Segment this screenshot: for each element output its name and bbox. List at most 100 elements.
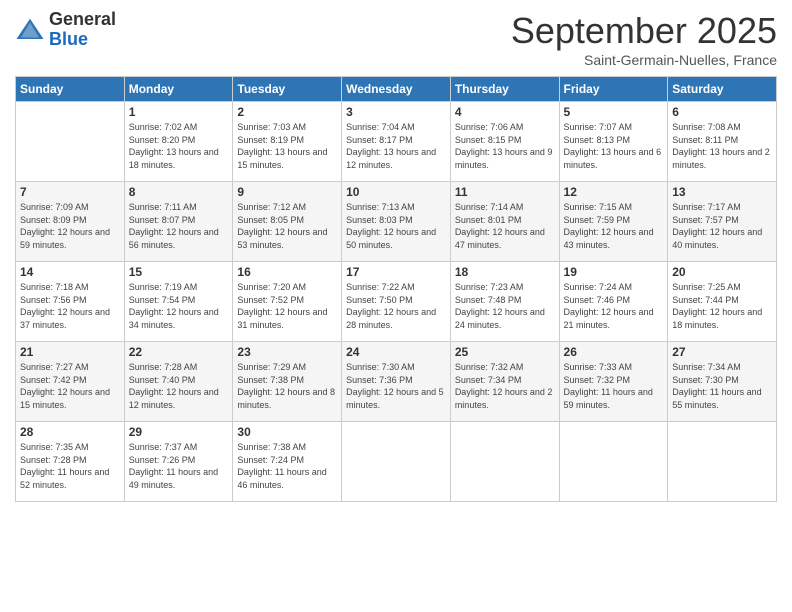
day-number: 9 xyxy=(237,185,337,199)
calendar-cell: 22Sunrise: 7:28 AMSunset: 7:40 PMDayligh… xyxy=(124,342,233,422)
calendar-cell: 13Sunrise: 7:17 AMSunset: 7:57 PMDayligh… xyxy=(668,182,777,262)
day-number: 20 xyxy=(672,265,772,279)
calendar-cell xyxy=(559,422,668,502)
day-info: Sunrise: 7:09 AMSunset: 8:09 PMDaylight:… xyxy=(20,201,120,251)
weekday-header-row: SundayMondayTuesdayWednesdayThursdayFrid… xyxy=(16,77,777,102)
day-info: Sunrise: 7:32 AMSunset: 7:34 PMDaylight:… xyxy=(455,361,555,411)
calendar-cell: 16 Sunrise: 7:20 AMSunset: 7:52 PMDayligh… xyxy=(233,262,342,342)
day-number: 11 xyxy=(455,185,555,199)
logo-blue: Blue xyxy=(49,30,116,50)
calendar-cell: 30Sunrise: 7:38 AMSunset: 7:24 PMDayligh… xyxy=(233,422,342,502)
day-number: 2 xyxy=(237,105,337,119)
day-number: 4 xyxy=(455,105,555,119)
weekday-header: Wednesday xyxy=(342,77,451,102)
page: General Blue September 2025 Saint-Germai… xyxy=(0,0,792,612)
day-info: Sunrise: 7:02 AMSunset: 8:20 PMDaylight:… xyxy=(129,121,229,171)
calendar-cell: 2 Sunrise: 7:03 AMSunset: 8:19 PMDaylight… xyxy=(233,102,342,182)
day-number: 17 xyxy=(346,265,446,279)
day-number: 13 xyxy=(672,185,772,199)
calendar-week-row: 14 Sunrise: 7:18 AMSunset: 7:56 PMDayligh… xyxy=(16,262,777,342)
day-number: 16 xyxy=(237,265,337,279)
day-number: 26 xyxy=(564,345,664,359)
title-section: September 2025 Saint-Germain-Nuelles, Fr… xyxy=(511,10,777,68)
day-info: Sunrise: 7:15 AMSunset: 7:59 PMDaylight:… xyxy=(564,201,664,251)
calendar-cell: 9Sunrise: 7:12 AMSunset: 8:05 PMDaylight… xyxy=(233,182,342,262)
calendar-cell: 10 Sunrise: 7:13 AMSunset: 8:03 PMDayligh… xyxy=(342,182,451,262)
calendar-cell: 5Sunrise: 7:07 AMSunset: 8:13 PMDaylight… xyxy=(559,102,668,182)
weekday-header: Monday xyxy=(124,77,233,102)
day-number: 28 xyxy=(20,425,120,439)
day-number: 15 xyxy=(129,265,229,279)
day-info: Sunrise: 7:33 AMSunset: 7:32 PMDaylight:… xyxy=(564,361,664,411)
logo-icon xyxy=(15,15,45,45)
calendar-cell: 25 Sunrise: 7:32 AMSunset: 7:34 PMDayligh… xyxy=(450,342,559,422)
day-info: Sunrise: 7:07 AMSunset: 8:13 PMDaylight:… xyxy=(564,121,664,171)
weekday-header: Friday xyxy=(559,77,668,102)
day-info: Sunrise: 7:25 AMSunset: 7:44 PMDaylight:… xyxy=(672,281,772,331)
calendar-cell: 12 Sunrise: 7:15 AMSunset: 7:59 PMDayligh… xyxy=(559,182,668,262)
calendar-cell: 21 Sunrise: 7:27 AMSunset: 7:42 PMDayligh… xyxy=(16,342,125,422)
calendar-cell: 4 Sunrise: 7:06 AMSunset: 8:15 PMDaylight… xyxy=(450,102,559,182)
day-number: 3 xyxy=(346,105,446,119)
day-info: Sunrise: 7:08 AMSunset: 8:11 PMDaylight:… xyxy=(672,121,772,171)
day-info: Sunrise: 7:28 AMSunset: 7:40 PMDaylight:… xyxy=(129,361,229,411)
day-info: Sunrise: 7:03 AMSunset: 8:19 PMDaylight:… xyxy=(237,121,337,171)
weekday-header: Sunday xyxy=(16,77,125,102)
day-number: 29 xyxy=(129,425,229,439)
calendar-cell xyxy=(668,422,777,502)
day-info: Sunrise: 7:19 AMSunset: 7:54 PMDaylight:… xyxy=(129,281,229,331)
day-number: 19 xyxy=(564,265,664,279)
calendar-cell: 18Sunrise: 7:23 AMSunset: 7:48 PMDayligh… xyxy=(450,262,559,342)
day-info: Sunrise: 7:30 AMSunset: 7:36 PMDaylight:… xyxy=(346,361,446,411)
day-info: Sunrise: 7:27 AMSunset: 7:42 PMDaylight:… xyxy=(20,361,120,411)
calendar-cell: 8 Sunrise: 7:11 AMSunset: 8:07 PMDaylight… xyxy=(124,182,233,262)
day-number: 30 xyxy=(237,425,337,439)
day-number: 10 xyxy=(346,185,446,199)
day-info: Sunrise: 7:13 AMSunset: 8:03 PMDaylight:… xyxy=(346,201,446,251)
day-info: Sunrise: 7:20 AMSunset: 7:52 PMDaylight:… xyxy=(237,281,337,331)
day-number: 7 xyxy=(20,185,120,199)
day-number: 6 xyxy=(672,105,772,119)
logo-general: General xyxy=(49,10,116,30)
day-number: 25 xyxy=(455,345,555,359)
logo-text: General Blue xyxy=(49,10,116,50)
calendar-week-row: 21 Sunrise: 7:27 AMSunset: 7:42 PMDayligh… xyxy=(16,342,777,422)
day-info: Sunrise: 7:06 AMSunset: 8:15 PMDaylight:… xyxy=(455,121,555,171)
calendar-week-row: 1 Sunrise: 7:02 AMSunset: 8:20 PMDaylight… xyxy=(16,102,777,182)
day-info: Sunrise: 7:35 AMSunset: 7:28 PMDaylight:… xyxy=(20,441,120,491)
calendar-cell: 23Sunrise: 7:29 AMSunset: 7:38 PMDayligh… xyxy=(233,342,342,422)
day-info: Sunrise: 7:18 AMSunset: 7:56 PMDaylight:… xyxy=(20,281,120,331)
day-info: Sunrise: 7:24 AMSunset: 7:46 PMDaylight:… xyxy=(564,281,664,331)
calendar-cell: 6 Sunrise: 7:08 AMSunset: 8:11 PMDaylight… xyxy=(668,102,777,182)
weekday-header: Saturday xyxy=(668,77,777,102)
calendar-cell: 24Sunrise: 7:30 AMSunset: 7:36 PMDayligh… xyxy=(342,342,451,422)
calendar-cell: 29Sunrise: 7:37 AMSunset: 7:26 PMDayligh… xyxy=(124,422,233,502)
calendar-cell: 17 Sunrise: 7:22 AMSunset: 7:50 PMDayligh… xyxy=(342,262,451,342)
calendar-cell: 27Sunrise: 7:34 AMSunset: 7:30 PMDayligh… xyxy=(668,342,777,422)
day-number: 8 xyxy=(129,185,229,199)
calendar-week-row: 28 Sunrise: 7:35 AMSunset: 7:28 PMDayligh… xyxy=(16,422,777,502)
day-info: Sunrise: 7:14 AMSunset: 8:01 PMDaylight:… xyxy=(455,201,555,251)
month-title: September 2025 xyxy=(511,10,777,52)
calendar-week-row: 7 Sunrise: 7:09 AMSunset: 8:09 PMDaylight… xyxy=(16,182,777,262)
day-number: 23 xyxy=(237,345,337,359)
calendar-cell: 19 Sunrise: 7:24 AMSunset: 7:46 PMDayligh… xyxy=(559,262,668,342)
location: Saint-Germain-Nuelles, France xyxy=(511,52,777,68)
calendar-cell: 26 Sunrise: 7:33 AMSunset: 7:32 PMDayligh… xyxy=(559,342,668,422)
day-number: 14 xyxy=(20,265,120,279)
weekday-header: Tuesday xyxy=(233,77,342,102)
calendar: SundayMondayTuesdayWednesdayThursdayFrid… xyxy=(15,76,777,502)
calendar-cell: 1 Sunrise: 7:02 AMSunset: 8:20 PMDaylight… xyxy=(124,102,233,182)
calendar-cell: 15 Sunrise: 7:19 AMSunset: 7:54 PMDayligh… xyxy=(124,262,233,342)
calendar-cell: 14 Sunrise: 7:18 AMSunset: 7:56 PMDayligh… xyxy=(16,262,125,342)
day-number: 12 xyxy=(564,185,664,199)
day-info: Sunrise: 7:11 AMSunset: 8:07 PMDaylight:… xyxy=(129,201,229,251)
day-info: Sunrise: 7:04 AMSunset: 8:17 PMDaylight:… xyxy=(346,121,446,171)
calendar-cell: 28 Sunrise: 7:35 AMSunset: 7:28 PMDayligh… xyxy=(16,422,125,502)
day-info: Sunrise: 7:22 AMSunset: 7:50 PMDaylight:… xyxy=(346,281,446,331)
day-number: 27 xyxy=(672,345,772,359)
calendar-cell: 11 Sunrise: 7:14 AMSunset: 8:01 PMDayligh… xyxy=(450,182,559,262)
day-number: 1 xyxy=(129,105,229,119)
day-number: 18 xyxy=(455,265,555,279)
day-number: 21 xyxy=(20,345,120,359)
